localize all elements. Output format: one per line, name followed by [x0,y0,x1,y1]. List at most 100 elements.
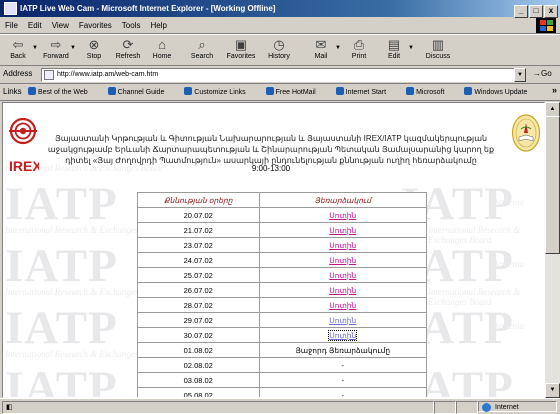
exam-date-cell: 01.08.02 [137,342,260,358]
discuss-icon: ▥ [431,37,445,52]
internet-globe-icon [482,403,491,412]
go-button[interactable]: →Go [533,69,552,78]
watermark-word: IATP [5,362,118,398]
history-button[interactable]: ◷ History [263,37,295,60]
broadcast-link[interactable]: Սոտին [258,237,427,253]
edit-dropdown-icon[interactable]: ▼ [408,45,414,51]
broadcast-link[interactable]: Սոտին [258,327,427,343]
favorites-label: Favorites [226,53,256,60]
watermark-suffix: Armenia [493,321,524,331]
menu-file[interactable]: File [0,18,23,33]
stop-icon: ⊗ [88,37,100,52]
back-button[interactable]: ⇦ Back ▼ [2,37,38,60]
table-row: 05.08.02- [137,387,427,397]
forward-button[interactable]: ⇨ Forward ▼ [40,37,76,60]
ie-link-icon [406,87,415,95]
watermark-phrase: International Research & Exchanges Board [428,225,521,245]
status-text-pane: ◧ [2,401,434,414]
link-windows-update[interactable]: Windows Update [464,87,536,96]
discuss-button[interactable]: ▥ Discuss [420,37,456,60]
broadcast-link[interactable]: Սոտին [258,282,427,298]
exam-date-cell: 26.07.02 [137,282,260,298]
ie-link-icon [28,87,36,95]
menu-view[interactable]: View [47,18,74,33]
menu-tools[interactable]: Tools [117,18,146,33]
scroll-down-button[interactable]: ▼ [545,383,560,398]
go-label: Go [541,69,552,78]
broadcast-status-cell: Յաջորդ Յեռարձակումը [258,342,427,358]
table-row: 01.08.02 Յաջորդ Յեռարձակումը [137,342,427,358]
scroll-thumb[interactable] [545,116,560,254]
mail-dropdown-icon[interactable]: ▼ [335,45,341,51]
link-internet-start[interactable]: Internet Start [335,87,395,96]
address-input[interactable]: http://www.iatp.am/web-cam.htm [41,68,515,82]
refresh-button[interactable]: ⟳ Refresh [112,37,144,60]
search-icon: ⌕ [198,37,206,52]
print-button[interactable]: ⎙ Print [343,37,375,60]
title-bar: IATP Live Web Cam - Microsoft Internet E… [0,0,560,18]
vertical-scrollbar[interactable]: ▲ ▼ [545,102,560,398]
header-exam-dates: Քննության օրերը [137,192,260,208]
back-dropdown-icon[interactable]: ▼ [32,45,38,51]
link-customize-links[interactable]: Customize Links [184,87,254,96]
zone-label: Internet [495,404,519,411]
broadcast-link[interactable]: Սոտին [258,207,427,223]
table-row: 29.07.02 Սոտին [137,312,427,328]
broadcast-status-cell: - [258,387,427,397]
exam-date-cell: 05.08.02 [137,387,260,397]
edit-button[interactable]: ▤ Edit ▼ [378,37,414,60]
search-button[interactable]: ⌕ Search [186,37,218,60]
favorites-folder-icon: ▣ [234,37,248,52]
address-dropdown-icon[interactable]: ▼ [514,68,526,82]
links-overflow-icon[interactable]: » [552,85,557,95]
broadcast-link[interactable]: Սոտին [258,252,427,268]
broadcast-link[interactable]: Սոտին [258,267,427,283]
focused-link-label[interactable]: Սոտին [328,329,358,341]
address-label: Address [3,69,33,78]
watermark-word: IATP [5,178,118,230]
link-label: Windows Update [474,89,528,96]
table-row: 21.07.02 Սոտին [137,222,427,238]
table-row: 30.07.02 Սոտին [137,327,427,343]
menu-favorites[interactable]: Favorites [74,18,117,33]
links-bar: Links Best of the Web Channel Guide Cust… [0,84,560,101]
forward-label: Forward [43,53,69,60]
broadcast-hours: 9:00-13:00 [251,164,291,173]
broadcast-link[interactable]: Սոտին [258,312,427,328]
broadcast-link[interactable]: Սոտին [258,222,427,238]
windows-logo-icon [536,18,556,33]
ie-link-icon [107,87,116,95]
link-channel-guide[interactable]: Channel Guide [107,87,174,96]
back-label: Back [10,53,26,60]
broadcast-link[interactable]: Սոտին [258,297,427,313]
window-title: IATP Live Web Cam - Microsoft Internet E… [20,4,276,13]
exam-date-cell: 24.07.02 [137,252,260,268]
printer-icon: ⎙ [353,37,365,52]
exam-date-cell: 30.07.02 [137,327,260,343]
table-row: 26.07.02 Սոտին [137,282,427,298]
minimize-button[interactable]: _ [514,5,528,18]
table-row: 20.07.02 Սոտին [137,207,427,223]
status-pane [434,401,456,414]
link-microsoft[interactable]: Microsoft [406,87,453,96]
refresh-label: Refresh [115,53,141,60]
exam-date-cell: 23.07.02 [137,237,260,253]
mail-button[interactable]: ✉ Mail ▼ [305,37,341,60]
link-free-hotmail[interactable]: Free HotMail [265,87,325,96]
stop-button[interactable]: ⊗ Stop [78,37,110,60]
menu-help[interactable]: Help [145,18,171,33]
header-broadcast: Յեռարձակում [258,192,427,208]
exam-date-cell: 03.08.02 [137,372,260,388]
exam-date-cell: 02.08.02 [137,357,260,373]
link-label: Microsoft [416,89,445,96]
broadcast-schedule-table: Քննության օրերը Յեռարձակում 20.07.02 Սոտի… [137,192,427,397]
maximize-button[interactable]: □ [529,5,543,18]
forward-dropdown-icon[interactable]: ▼ [70,45,76,51]
close-button[interactable]: x [544,5,558,18]
scroll-up-button[interactable]: ▲ [545,102,560,117]
menu-edit[interactable]: Edit [23,18,47,33]
refresh-icon: ⟳ [122,37,134,52]
link-best-of-web[interactable]: Best of the Web [28,87,97,96]
favorites-button[interactable]: ▣ Favorites [223,37,259,60]
home-button[interactable]: ⌂ Home [146,37,178,60]
